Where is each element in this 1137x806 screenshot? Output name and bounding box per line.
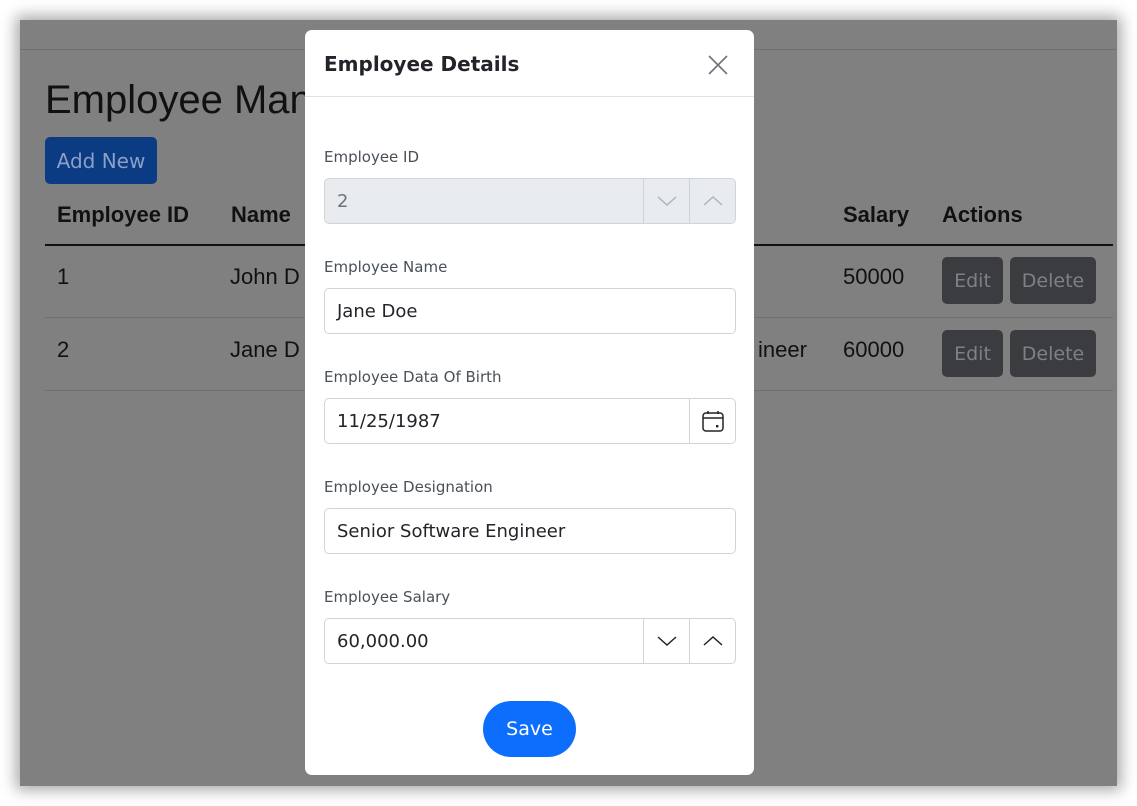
employee-details-dialog: Employee Details Employee ID 2 Employee … (305, 30, 754, 775)
cell-salary: 60000 (843, 337, 905, 362)
page-title: Employee Man (45, 78, 312, 122)
chevron-down-icon (657, 196, 676, 207)
employee-id-field: 2 (324, 178, 736, 224)
employee-salary-label: Employee Salary (324, 588, 451, 606)
decrement-button (643, 179, 689, 223)
save-button[interactable]: Save (483, 701, 576, 757)
col-header-salary: Salary (843, 202, 910, 227)
delete-button[interactable]: Delete (1010, 257, 1096, 304)
employee-dob-value: 11/25/1987 (337, 410, 441, 432)
date-picker-button[interactable] (689, 399, 735, 443)
employee-name-input[interactable]: Jane Doe (324, 288, 736, 334)
edit-button[interactable]: Edit (942, 257, 1003, 304)
employee-designation-value: Senior Software Engineer (337, 520, 566, 542)
cell-name: Jane D (230, 337, 300, 362)
add-new-button[interactable]: Add New (45, 137, 157, 184)
employee-id-label: Employee ID (324, 148, 420, 166)
close-icon[interactable] (707, 54, 729, 76)
employee-name-label: Employee Name (324, 258, 448, 276)
employee-dob-label: Employee Data Of Birth (324, 368, 502, 386)
employee-salary-value: 60,000.00 (337, 630, 429, 652)
cell-salary: 50000 (843, 264, 905, 289)
chevron-up-icon (703, 195, 722, 206)
cell-designation: ineer (758, 337, 807, 362)
employee-designation-label: Employee Designation (324, 478, 493, 496)
cell-id: 2 (57, 337, 70, 362)
col-header-name: Name (231, 202, 291, 227)
employee-dob-input[interactable]: 11/25/1987 (324, 398, 736, 444)
chevron-down-icon (657, 636, 676, 647)
dialog-header: Employee Details (305, 30, 754, 97)
col-header-id: Employee ID (57, 202, 190, 227)
increment-button[interactable] (689, 619, 735, 663)
decrement-button[interactable] (643, 619, 689, 663)
chevron-up-icon (703, 635, 722, 646)
col-header-actions: Actions (942, 202, 1023, 227)
employee-id-value: 2 (337, 190, 349, 212)
increment-button (689, 179, 735, 223)
cell-name: John D (230, 264, 300, 289)
calendar-icon (701, 411, 724, 432)
delete-button[interactable]: Delete (1010, 330, 1096, 377)
dialog-title: Employee Details (324, 52, 520, 76)
employee-designation-input[interactable]: Senior Software Engineer (324, 508, 736, 554)
employee-name-value: Jane Doe (337, 300, 418, 322)
edit-button[interactable]: Edit (942, 330, 1003, 377)
cell-id: 1 (57, 264, 70, 289)
employee-salary-input[interactable]: 60,000.00 (324, 618, 736, 664)
